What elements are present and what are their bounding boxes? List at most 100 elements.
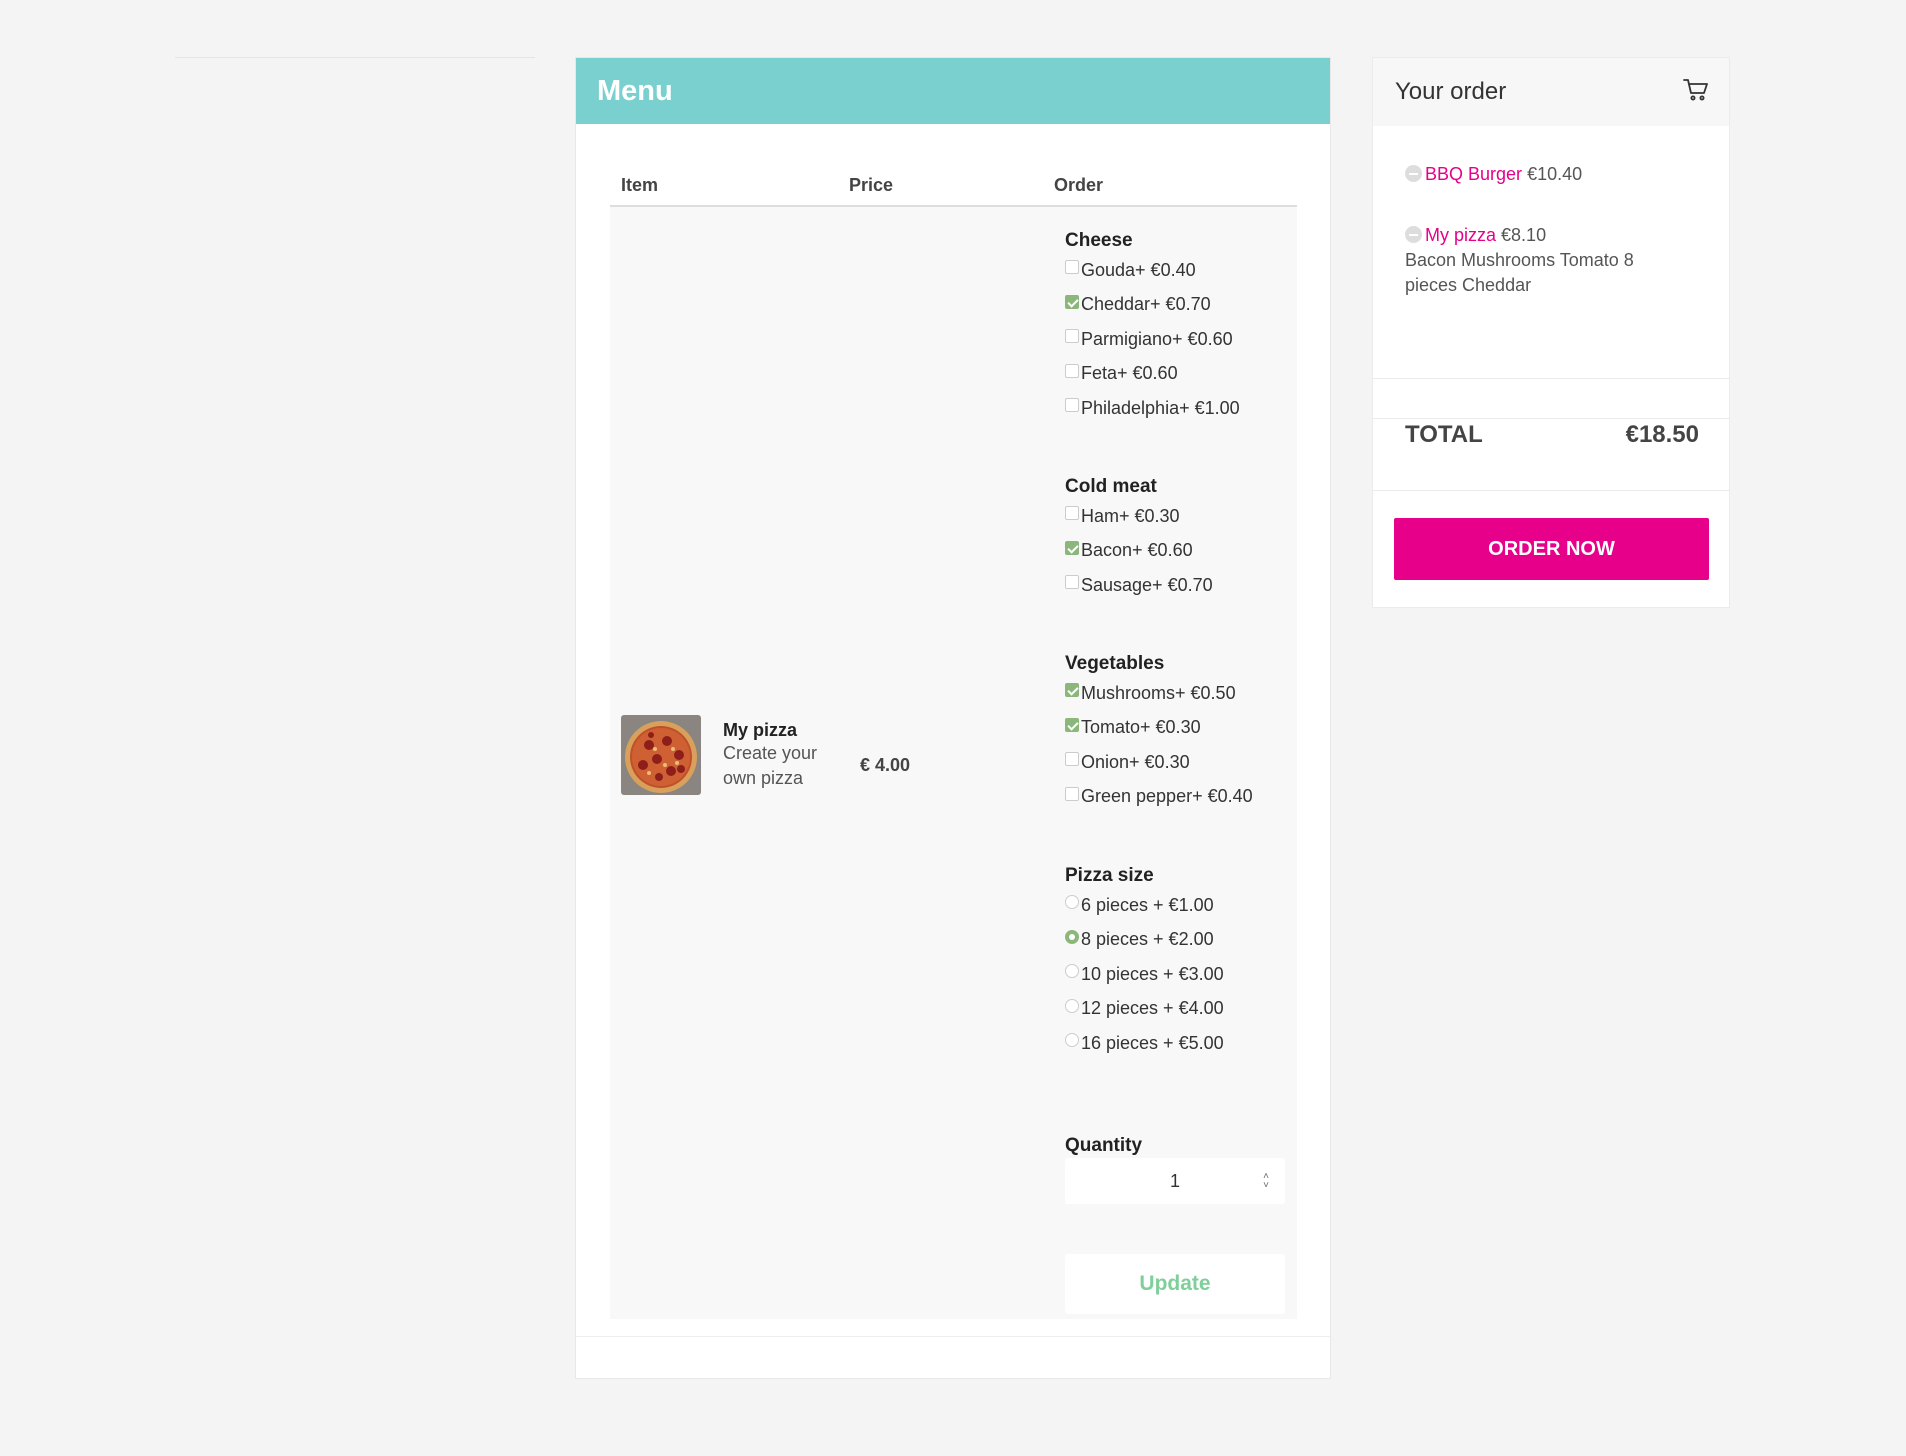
option-size-16[interactable]: 16 pieces + €5.00 xyxy=(1065,1026,1290,1061)
item-description: Create your own pizza xyxy=(723,743,818,788)
menu-header: Menu xyxy=(576,58,1330,124)
radio[interactable] xyxy=(1065,929,1079,944)
option-ham[interactable]: Ham+ €0.30 xyxy=(1065,499,1290,534)
checkbox[interactable] xyxy=(1065,540,1079,555)
option-size-12[interactable]: 12 pieces + €4.00 xyxy=(1065,992,1290,1027)
update-button[interactable]: Update xyxy=(1065,1254,1285,1314)
total-row: TOTAL €18.50 xyxy=(1405,421,1699,449)
option-label: Bacon+ €0.60 xyxy=(1081,540,1193,561)
option-bacon[interactable]: Bacon+ €0.60 xyxy=(1065,534,1290,569)
option-philadelphia[interactable]: Philadelphia+ €1.00 xyxy=(1065,391,1290,426)
option-label: Philadelphia+ €1.00 xyxy=(1081,397,1240,418)
order-item-name[interactable]: My pizza xyxy=(1425,225,1496,245)
order-item-name[interactable]: BBQ Burger xyxy=(1425,164,1522,184)
option-label: Green pepper+ €0.40 xyxy=(1081,786,1253,807)
option-label: 8 pieces + €2.00 xyxy=(1081,929,1214,950)
quantity-label: Quantity xyxy=(1065,1135,1143,1156)
option-group-vegetables: Vegetables Mushrooms+ €0.50 Tomato+ €0.3… xyxy=(1065,652,1290,864)
checkbox[interactable] xyxy=(1065,506,1079,521)
quantity-value[interactable]: 1 xyxy=(1170,1171,1180,1192)
menu-table: Item Price Order My pizza Create your ow… xyxy=(610,165,1297,1319)
option-group-cold-meat: Cold meat Ham+ €0.30 Bacon+ €0.60 Sausag… xyxy=(1065,475,1290,652)
option-label: 10 pieces + €3.00 xyxy=(1081,963,1224,984)
left-divider xyxy=(175,57,535,58)
menu-panel: Menu Item Price Order My pizza Create yo… xyxy=(575,57,1331,1379)
order-item-price: €8.10 xyxy=(1501,225,1547,245)
order-options: Cheese Gouda+ €0.40 Cheddar+ €0.70 Parmi… xyxy=(1065,229,1290,1314)
pizza-thumbnail xyxy=(621,715,701,795)
option-gouda[interactable]: Gouda+ €0.40 xyxy=(1065,253,1290,288)
option-label: Onion+ €0.30 xyxy=(1081,751,1190,772)
order-item: My pizza €8.10 Bacon Mushrooms Tomato 8 … xyxy=(1405,223,1729,298)
option-sausage[interactable]: Sausage+ €0.70 xyxy=(1065,568,1290,603)
option-label: Ham+ €0.30 xyxy=(1081,505,1180,526)
group-title: Cheese xyxy=(1065,230,1133,251)
option-tomato[interactable]: Tomato+ €0.30 xyxy=(1065,711,1290,746)
option-parmigiano[interactable]: Parmigiano+ €0.60 xyxy=(1065,322,1290,357)
cart-icon[interactable] xyxy=(1683,78,1709,107)
total-label: TOTAL xyxy=(1405,421,1483,448)
checkbox[interactable] xyxy=(1065,260,1079,275)
checkbox[interactable] xyxy=(1065,398,1079,413)
table-row: My pizza Create your own pizza € 4.00 Ch… xyxy=(610,207,1297,1319)
option-label: Feta+ €0.60 xyxy=(1081,363,1178,384)
option-feta[interactable]: Feta+ €0.60 xyxy=(1065,357,1290,392)
radio[interactable] xyxy=(1065,1033,1079,1048)
option-green-pepper[interactable]: Green pepper+ €0.40 xyxy=(1065,780,1290,815)
radio[interactable] xyxy=(1065,964,1079,979)
menu-title: Menu xyxy=(597,74,673,107)
option-onion[interactable]: Onion+ €0.30 xyxy=(1065,745,1290,780)
spinner-arrows-icon[interactable]: ˄ ˅ xyxy=(1263,1172,1269,1191)
item-cell: My pizza Create your own pizza xyxy=(621,715,835,795)
option-label: Tomato+ €0.30 xyxy=(1081,717,1201,738)
option-size-10[interactable]: 10 pieces + €3.00 xyxy=(1065,957,1290,992)
checkbox[interactable] xyxy=(1065,717,1079,732)
radio[interactable] xyxy=(1065,895,1079,910)
item-price: € 4.00 xyxy=(860,755,911,775)
option-label: Sausage+ €0.70 xyxy=(1081,574,1213,595)
group-title: Pizza size xyxy=(1065,865,1154,886)
order-now-button[interactable]: ORDER NOW xyxy=(1394,518,1709,580)
order-title: Your order xyxy=(1395,78,1507,105)
order-item-price: €10.40 xyxy=(1527,164,1583,184)
option-label: Cheddar+ €0.70 xyxy=(1081,294,1211,315)
order-header: Your order xyxy=(1373,58,1729,126)
option-group-pizza-size: Pizza size 6 pieces + €1.00 8 pieces + €… xyxy=(1065,864,1290,1134)
table-footer-divider xyxy=(576,1336,1330,1337)
column-price: Price xyxy=(849,174,894,195)
divider xyxy=(1373,378,1729,379)
divider xyxy=(1373,490,1729,491)
order-items: BBQ Burger €10.40 My pizza €8.10 Bacon M… xyxy=(1373,126,1729,419)
item-name: My pizza xyxy=(723,720,798,740)
option-label: Parmigiano+ €0.60 xyxy=(1081,328,1233,349)
checkbox[interactable] xyxy=(1065,752,1079,767)
checkbox[interactable] xyxy=(1065,294,1079,309)
checkbox[interactable] xyxy=(1065,575,1079,590)
option-label: 6 pieces + €1.00 xyxy=(1081,894,1214,915)
order-item-details: Bacon Mushrooms Tomato 8 pieces Cheddar xyxy=(1405,250,1634,295)
minus-circle-icon[interactable] xyxy=(1405,165,1422,182)
order-item: BBQ Burger €10.40 xyxy=(1405,162,1729,187)
option-size-6[interactable]: 6 pieces + €1.00 xyxy=(1065,888,1290,923)
option-cheddar[interactable]: Cheddar+ €0.70 xyxy=(1065,288,1290,323)
option-label: Gouda+ €0.40 xyxy=(1081,259,1196,280)
checkbox[interactable] xyxy=(1065,683,1079,698)
option-size-8[interactable]: 8 pieces + €2.00 xyxy=(1065,923,1290,958)
checkbox[interactable] xyxy=(1065,786,1079,801)
option-label: 16 pieces + €5.00 xyxy=(1081,1032,1224,1053)
group-title: Vegetables xyxy=(1065,653,1165,674)
checkbox[interactable] xyxy=(1065,363,1079,378)
total-value: €18.50 xyxy=(1625,421,1699,448)
option-group-cheese: Cheese Gouda+ €0.40 Cheddar+ €0.70 Parmi… xyxy=(1065,229,1290,475)
option-label: 12 pieces + €4.00 xyxy=(1081,998,1224,1019)
order-panel: Your order BBQ Burger €10.40 My pizza €8… xyxy=(1372,57,1730,608)
quantity-stepper[interactable]: 1 ˄ ˅ xyxy=(1065,1158,1285,1204)
option-label: Mushrooms+ €0.50 xyxy=(1081,682,1236,703)
item-text: My pizza Create your own pizza xyxy=(723,719,835,791)
column-order: Order xyxy=(1054,174,1104,195)
group-title: Cold meat xyxy=(1065,476,1157,497)
checkbox[interactable] xyxy=(1065,329,1079,344)
radio[interactable] xyxy=(1065,998,1079,1013)
minus-circle-icon[interactable] xyxy=(1405,226,1422,243)
option-mushrooms[interactable]: Mushrooms+ €0.50 xyxy=(1065,676,1290,711)
